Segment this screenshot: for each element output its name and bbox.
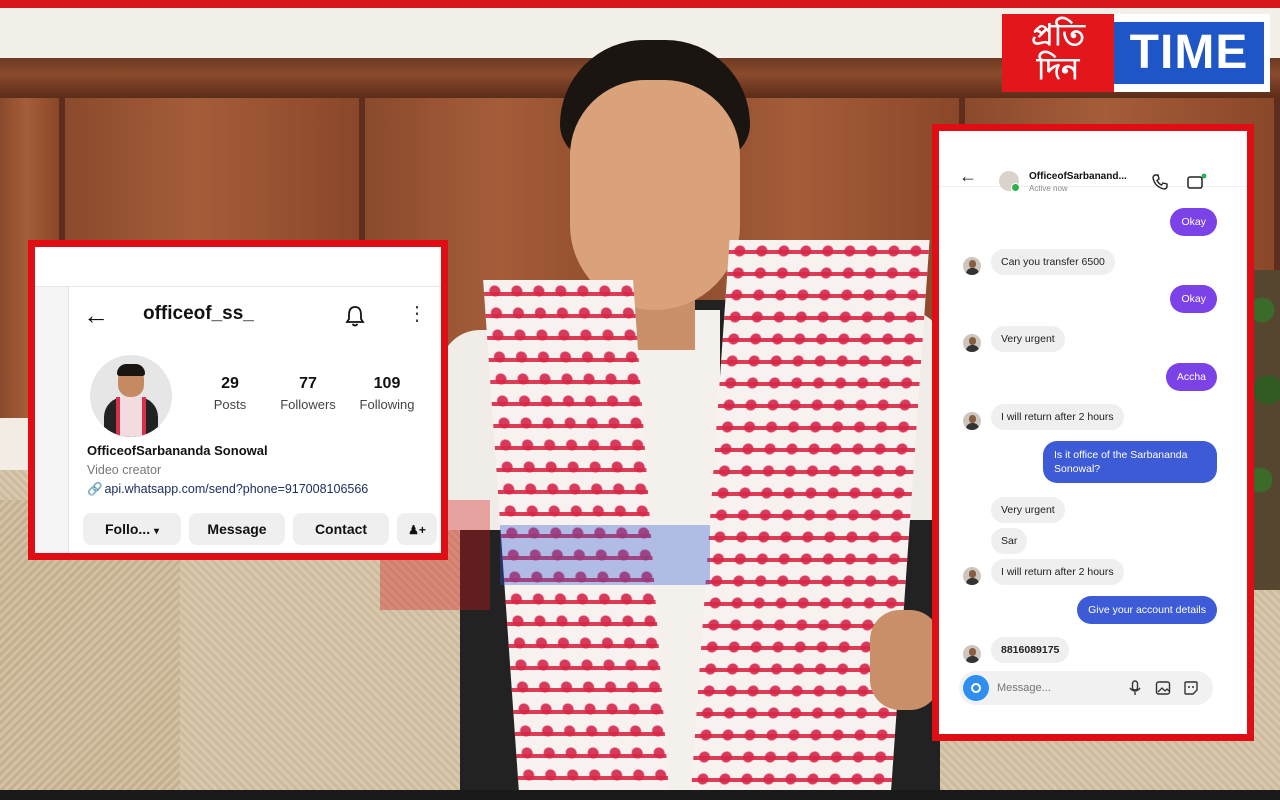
avatar-scarf: [116, 397, 146, 437]
profile-header: ← officeof_ss_ ⋮: [83, 299, 427, 333]
followers-label: Followers: [280, 397, 336, 412]
posts-label: Posts: [213, 397, 247, 412]
follow-button[interactable]: Follo... ▾: [83, 513, 181, 545]
more-options-icon[interactable]: ⋮: [407, 301, 427, 327]
followers-stat[interactable]: 77 Followers: [268, 375, 348, 412]
gamosa-scarf: [690, 240, 930, 800]
message-input[interactable]: [997, 679, 1107, 697]
following-stat[interactable]: 109 Following: [347, 375, 427, 412]
side-strip: [35, 287, 69, 553]
video-call-icon[interactable]: [1187, 173, 1209, 191]
contact-avatar[interactable]: [999, 171, 1020, 192]
browser-strip: [35, 247, 441, 287]
following-count: 109: [373, 375, 401, 392]
logo-bengali-mark: প্ৰতি দিন: [1002, 14, 1114, 92]
received-message[interactable]: Sar: [991, 528, 1028, 554]
watermark-blue-block: [500, 525, 710, 585]
profile-link[interactable]: 🔗 api.whatsapp.com/send?phone=9170081065…: [87, 482, 368, 497]
contact-avatar-small: [963, 257, 981, 275]
contact-avatar-small: [963, 645, 981, 663]
avatar-hair: [117, 364, 145, 376]
message-button[interactable]: Message: [189, 513, 285, 545]
sent-message[interactable]: Accha: [1165, 363, 1217, 391]
instagram-chat-screenshot: ← OfficeofSarbanand... Active now Okay C…: [932, 124, 1254, 741]
contact-avatar-small: [963, 567, 981, 585]
contact-avatar-small: [963, 412, 981, 430]
sent-message[interactable]: Give your account details: [1077, 596, 1217, 624]
received-message[interactable]: Very urgent: [991, 326, 1065, 352]
instagram-profile-screenshot: ← officeof_ss_ ⋮ 29 Posts 77 Followers 1…: [28, 240, 448, 560]
contact-status: Active now: [1029, 184, 1068, 193]
posts-count: 29: [221, 375, 239, 392]
contact-name[interactable]: OfficeofSarbanand...: [1029, 171, 1139, 182]
posts-stat[interactable]: 29 Posts: [190, 375, 270, 412]
top-accent-bar: [0, 0, 1280, 8]
received-message[interactable]: 8816089175: [991, 637, 1070, 663]
add-user-button[interactable]: ♟+: [397, 513, 437, 545]
profile-category: Video creator: [87, 463, 162, 477]
following-label: Following: [359, 397, 415, 412]
sticker-icon[interactable]: [1183, 680, 1199, 696]
sent-message[interactable]: Okay: [1170, 285, 1217, 313]
received-message[interactable]: Very urgent: [991, 497, 1065, 523]
face: [570, 80, 740, 310]
profile-link-text: api.whatsapp.com/send?phone=917008106566: [104, 482, 369, 496]
add-person-icon: ♟+: [408, 523, 426, 537]
received-message[interactable]: I will return after 2 hours: [991, 559, 1124, 585]
followers-count: 77: [299, 375, 317, 392]
profile-avatar[interactable]: [90, 355, 172, 437]
hand: [870, 610, 940, 710]
bell-icon[interactable]: [345, 305, 365, 327]
chevron-down-icon: ▾: [153, 526, 160, 537]
back-arrow-icon[interactable]: ←: [83, 302, 109, 328]
follow-button-label: Follo...: [104, 521, 151, 537]
sent-message[interactable]: Okay: [1170, 208, 1217, 236]
phone-call-icon[interactable]: [1151, 173, 1169, 191]
message-composer: [959, 671, 1213, 705]
back-arrow-icon[interactable]: ←: [959, 167, 977, 185]
received-message[interactable]: I will return after 2 hours: [991, 404, 1124, 430]
link-icon: 🔗: [87, 482, 103, 496]
camera-icon[interactable]: [963, 675, 989, 701]
plant: [1252, 270, 1280, 590]
bottom-bar: [0, 790, 1280, 800]
contact-button[interactable]: Contact: [293, 513, 389, 545]
profile-username: officeof_ss_: [143, 303, 254, 324]
pratidin-time-logo: প্ৰতি দিন TIME: [1002, 14, 1270, 92]
sent-message[interactable]: Is it office of the Sarbananda Sonowal?: [1043, 441, 1217, 483]
profile-display-name: OfficeofSarbananda Sonowal: [87, 443, 268, 458]
gallery-icon[interactable]: [1155, 680, 1171, 696]
contact-avatar-small: [963, 334, 981, 352]
chat-header: ← OfficeofSarbanand... Active now: [939, 131, 1247, 193]
person-photo: [440, 40, 960, 800]
microphone-icon[interactable]: [1127, 680, 1143, 696]
logo-time-text: TIME: [1114, 22, 1264, 84]
received-message[interactable]: Can you transfer 6500: [991, 249, 1115, 275]
